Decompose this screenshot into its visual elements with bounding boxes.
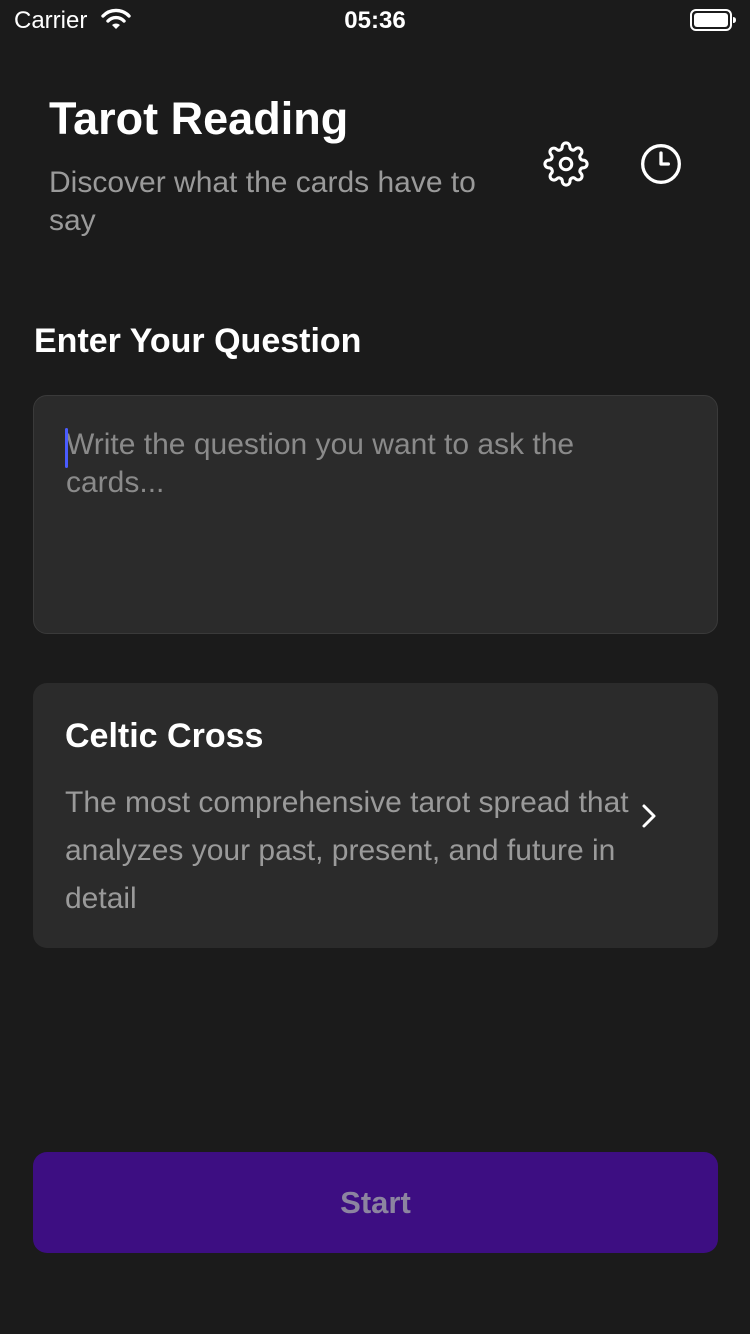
tarot-home-screen: Carrier 05:36 Tarot Reading Discover wha… bbox=[0, 0, 750, 1334]
page-subtitle: Discover what the cards have to say bbox=[49, 166, 476, 237]
text-caret bbox=[65, 428, 68, 468]
start-button[interactable]: Start bbox=[33, 1152, 718, 1253]
start-button-label: Start bbox=[340, 1184, 411, 1220]
clock-icon bbox=[641, 144, 681, 184]
history-button[interactable] bbox=[637, 140, 685, 188]
status-time: 05:36 bbox=[344, 7, 406, 34]
settings-button[interactable] bbox=[542, 140, 590, 188]
chevron-right-icon bbox=[642, 804, 656, 828]
spread-selector-card[interactable]: Celtic Cross The most comprehensive taro… bbox=[33, 683, 718, 948]
question-section-title: Enter Your Question bbox=[34, 322, 362, 360]
question-box[interactable] bbox=[33, 395, 718, 634]
battery-icon bbox=[690, 9, 736, 31]
spread-name: Celtic Cross bbox=[65, 717, 264, 755]
spread-description: The most comprehensive tarot spread that… bbox=[65, 786, 629, 915]
status-bar: Carrier 05:36 bbox=[0, 0, 750, 40]
page-title: Tarot Reading bbox=[49, 93, 349, 144]
gear-icon bbox=[543, 141, 589, 187]
question-input[interactable] bbox=[66, 426, 626, 606]
